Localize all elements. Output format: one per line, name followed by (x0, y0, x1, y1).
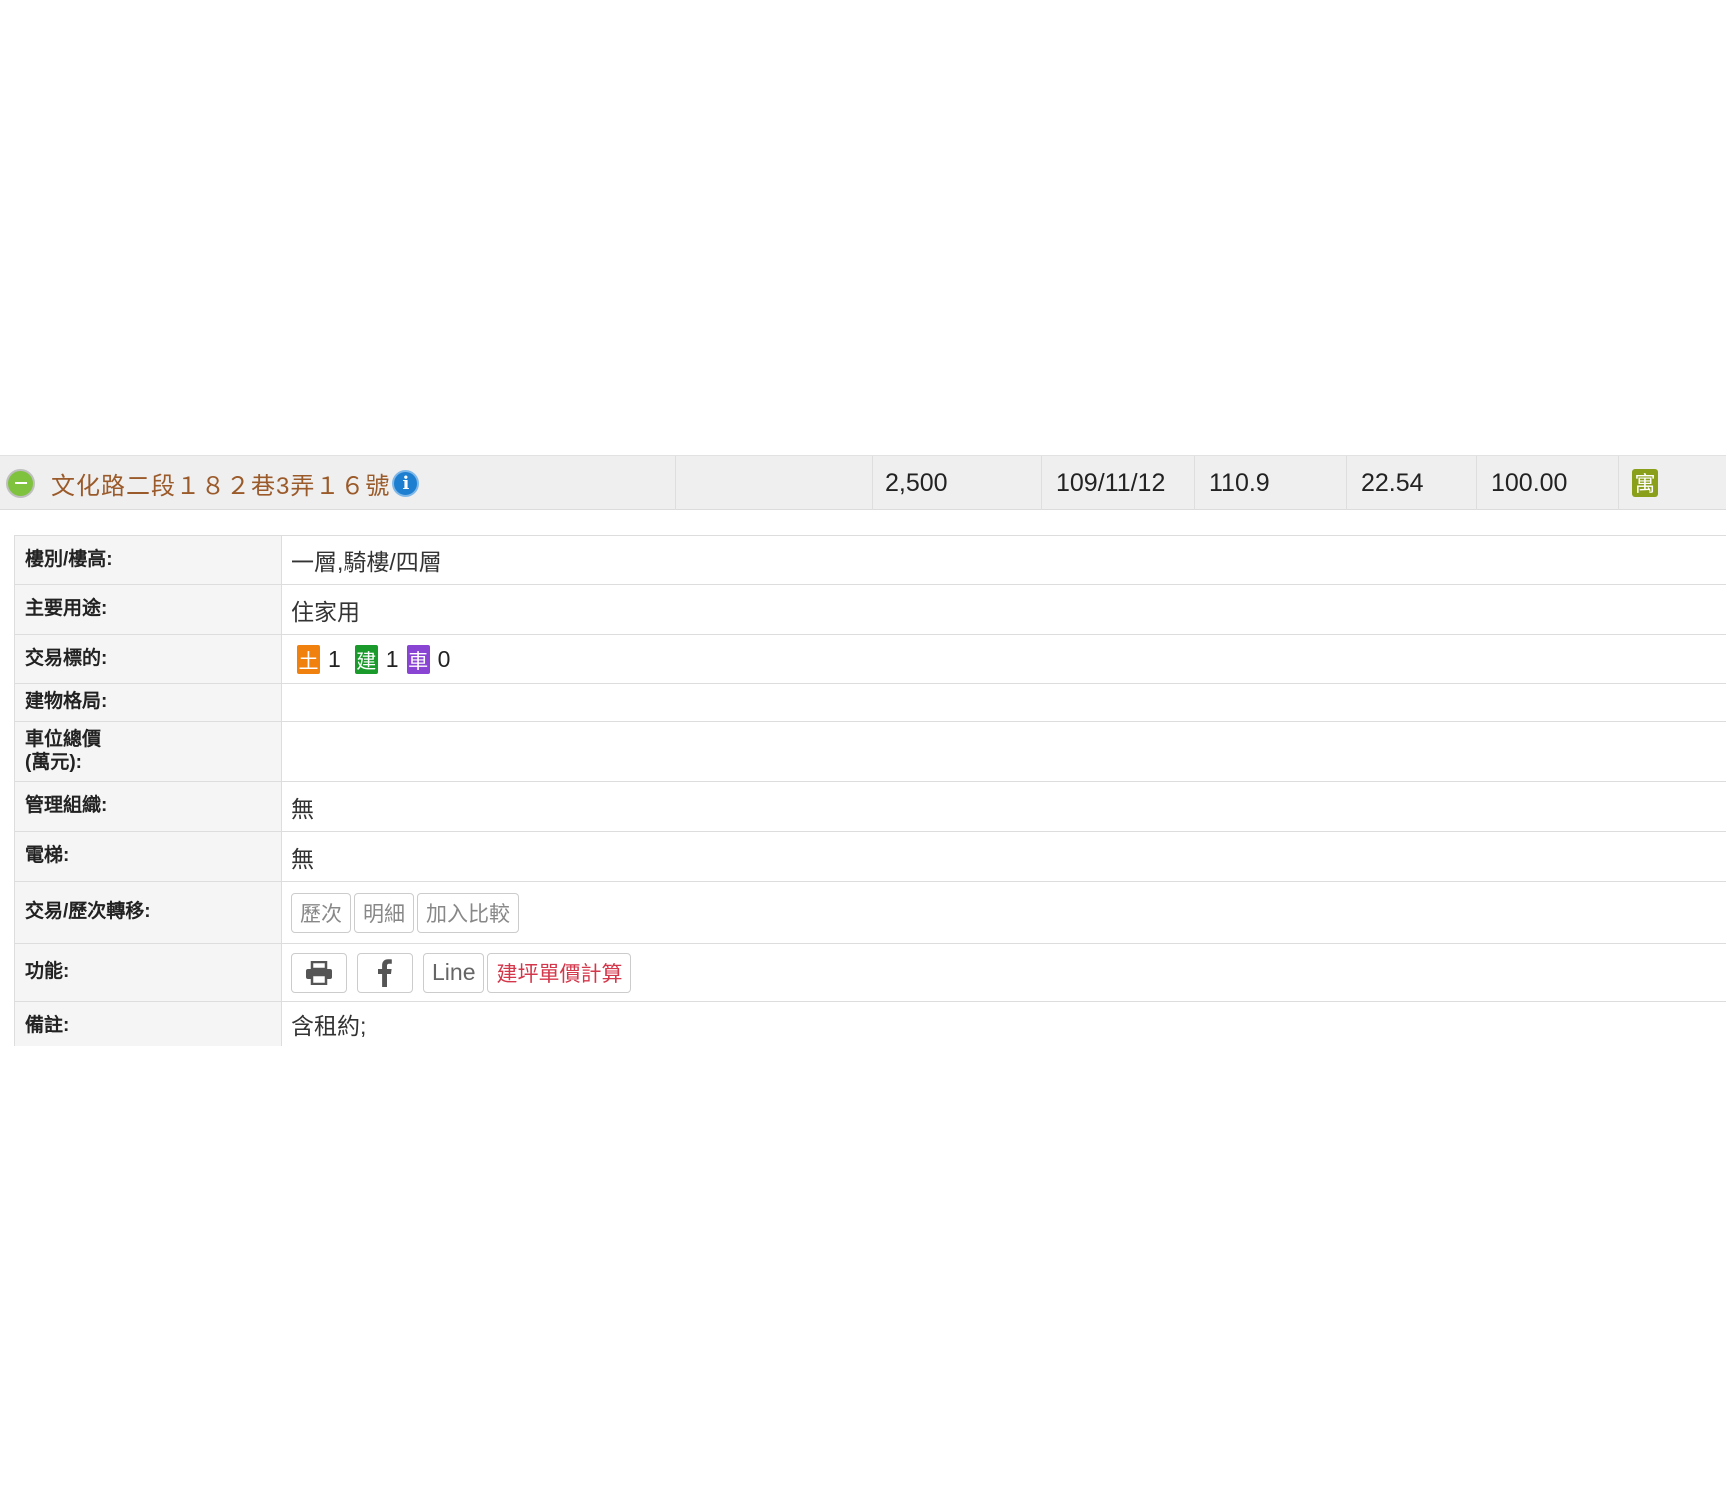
land-badge: 土 (297, 644, 320, 674)
parking-count: 0 (437, 645, 451, 672)
parking-price-label-line1: 車位總價 (25, 729, 102, 750)
usage-label: 主要用途: (15, 585, 282, 634)
detail-row-elevator: 電梯: 無 (15, 832, 1726, 882)
facebook-share-button[interactable] (357, 952, 413, 993)
target-label: 交易標的: (15, 635, 282, 683)
notes-value: 含租約; (291, 1013, 367, 1039)
transfer-buttons: 歷次 明細 加入比較 (282, 882, 1726, 943)
line-share-button[interactable]: Line (423, 952, 485, 993)
minus-circle-icon[interactable] (6, 468, 35, 498)
function-label: 功能: (15, 944, 282, 1001)
land-count: 1 (328, 645, 341, 672)
history-button[interactable]: 歷次 (291, 892, 351, 933)
floor-value: 一層,騎樓/四層 (291, 549, 442, 575)
total-price: 2,500 (885, 468, 948, 497)
building-badge: 建 (354, 644, 378, 674)
detail-row-floor: 樓別/樓高: 一層,騎樓/四層 (15, 536, 1726, 585)
area: 110.9 (1209, 468, 1270, 497)
detail-row-usage: 主要用途: 住家用 (15, 585, 1726, 635)
detail-row-targets: 交易標的: 土 1 建 1 車 0 (15, 635, 1726, 684)
price-cell: 2,500 (873, 456, 1042, 510)
management-label: 管理組織: (15, 782, 282, 831)
ratio-cell: 100.00 (1477, 456, 1619, 510)
layout-value (282, 684, 1726, 721)
unit-price: 22.54 (1361, 468, 1424, 497)
detail-row-transfer: 交易/歷次轉移: 歷次 明細 加入比較 (15, 882, 1726, 944)
parking-price-value (282, 722, 1726, 781)
details-table: 樓別/樓高: 一層,騎樓/四層 主要用途: 住家用 交易標的: 土 1 建 1 … (14, 535, 1726, 1046)
facebook-icon (378, 958, 392, 987)
type-cell: 寓 (1619, 456, 1726, 510)
address-link[interactable]: 文化路二段１８２巷3弄１６號 (51, 466, 390, 501)
address-cell: 文化路二段１８２巷3弄１６號 i (0, 456, 676, 510)
detail-row-notes: 備註: 含租約; (15, 1002, 1726, 1046)
building-count: 1 (385, 645, 399, 672)
transfer-label: 交易/歷次轉移: (15, 882, 282, 943)
add-compare-button[interactable]: 加入比較 (417, 892, 519, 933)
parking-badge: 車 (406, 644, 430, 674)
detail-row-functions: 功能: Line 建坪單價計算 (15, 944, 1726, 1002)
building-type-badge: 寓 (1632, 469, 1658, 497)
floor-label: 樓別/樓高: (15, 536, 282, 584)
unit-price-calc-button[interactable]: 建坪單價計算 (487, 952, 632, 993)
parking-price-label: 車位總價 (萬元): (15, 722, 282, 781)
print-button[interactable] (291, 952, 347, 993)
management-value: 無 (291, 795, 314, 822)
info-icon[interactable]: i (392, 469, 420, 497)
area-cell: 110.9 (1195, 456, 1347, 510)
date-cell: 109/11/12 (1042, 456, 1195, 510)
detail-row-layout: 建物格局: (15, 684, 1726, 722)
unit-price-cell: 22.54 (1347, 456, 1477, 510)
elevator-value: 無 (291, 845, 314, 872)
detail-row-management: 管理組織: 無 (15, 782, 1726, 832)
page: 文化路二段１８２巷3弄１６號 i 2,500 109/11/12 110.9 2… (0, 0, 1726, 1500)
transaction-date: 109/11/12 (1056, 468, 1166, 497)
target-value: 土 1 建 1 車 0 (282, 635, 1726, 683)
print-icon (306, 960, 332, 985)
function-buttons: Line 建坪單價計算 (282, 944, 1726, 1001)
layout-label: 建物格局: (15, 684, 282, 721)
detail-row-parking-price: 車位總價 (萬元): (15, 722, 1726, 782)
ratio: 100.00 (1491, 468, 1568, 497)
record-summary-row[interactable]: 文化路二段１８２巷3弄１６號 i 2,500 109/11/12 110.9 2… (0, 455, 1726, 510)
parking-price-label-line2: (萬元): (25, 752, 82, 773)
empty-cell (676, 456, 873, 510)
notes-label: 備註: (15, 1002, 282, 1046)
usage-value: 住家用 (291, 598, 360, 625)
elevator-label: 電梯: (15, 832, 282, 881)
detail-button[interactable]: 明細 (354, 892, 414, 933)
